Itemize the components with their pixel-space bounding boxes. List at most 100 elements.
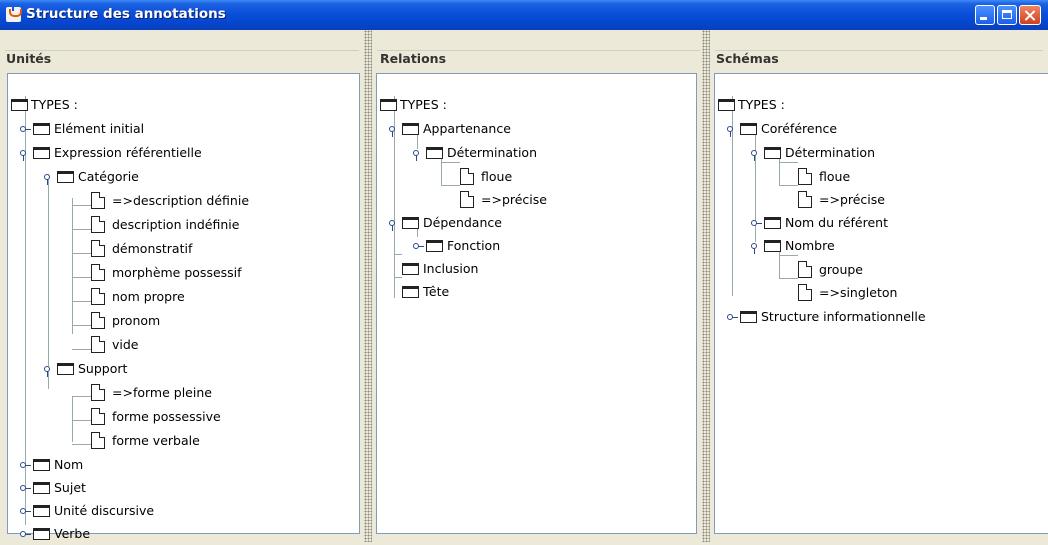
collapse-handle-icon[interactable]: [413, 150, 419, 161]
file-icon: [91, 240, 105, 257]
maximize-button[interactable]: [997, 5, 1017, 25]
tree-item-label: Inclusion: [423, 261, 479, 276]
schemas-tree[interactable]: TYPES : Coréférence Détermination floue …: [714, 73, 1048, 534]
file-icon: [91, 264, 105, 281]
tree-item-label: Nom: [54, 457, 84, 472]
tree-item-label: Elément initial: [54, 121, 145, 136]
tree-item-label: vide: [112, 337, 139, 352]
folder-icon: [764, 217, 781, 229]
tree-item-label: =>précise: [819, 192, 885, 207]
expand-handle-icon[interactable]: [20, 462, 31, 468]
tree-item-label: morphème possessif: [112, 265, 242, 280]
file-icon: [91, 192, 105, 209]
folder-icon: [11, 99, 28, 111]
file-icon: [91, 216, 105, 233]
file-icon: [91, 384, 105, 401]
folder-icon: [380, 99, 397, 111]
tree-item-label: Unité discursive: [54, 503, 155, 518]
expand-handle-icon[interactable]: [413, 243, 424, 249]
folder-icon: [33, 459, 50, 471]
collapse-handle-icon[interactable]: [44, 366, 50, 377]
file-icon: [798, 284, 812, 301]
folder-icon: [764, 240, 781, 252]
folder-icon: [402, 217, 419, 229]
title-bar[interactable]: Structure des annotations: [0, 0, 1048, 31]
tree-item-label: Détermination: [447, 145, 538, 160]
file-icon: [798, 191, 812, 208]
expand-handle-icon[interactable]: [20, 508, 31, 514]
collapse-handle-icon[interactable]: [389, 126, 395, 137]
unites-tree[interactable]: TYPES : Elément initial Expression référ…: [7, 73, 360, 541]
tree-item-label: floue: [481, 169, 513, 184]
panel-relations-title: Relations: [378, 51, 449, 66]
tree-item-label: forme verbale: [112, 433, 200, 448]
tree-item-label: floue: [819, 169, 851, 184]
tree-item-label: =>précise: [481, 192, 547, 207]
tree-item-label: Nom du référent: [785, 215, 889, 230]
tree-item-label: =>singleton: [819, 285, 898, 300]
file-icon: [91, 432, 105, 449]
tree-item-label: Détermination: [785, 145, 876, 160]
expand-handle-icon[interactable]: [20, 531, 31, 537]
folder-icon: [426, 147, 443, 159]
close-button[interactable]: [1019, 5, 1041, 25]
file-icon: [91, 288, 105, 305]
folder-icon: [402, 123, 419, 135]
file-icon: [460, 191, 474, 208]
folder-icon: [33, 528, 50, 540]
tree-item-label: description indéfinie: [112, 217, 240, 232]
tree-item-label: Expression référentielle: [54, 145, 202, 160]
expand-handle-icon[interactable]: [751, 220, 762, 226]
window-title: Structure des annotations: [26, 6, 226, 22]
tree-item-label: Coréférence: [761, 121, 838, 136]
tree-item-label: pronom: [112, 313, 161, 328]
collapse-handle-icon[interactable]: [20, 150, 26, 161]
java-app-icon: [6, 7, 22, 22]
folder-icon: [33, 505, 50, 517]
folder-icon: [764, 147, 781, 159]
minimize-button[interactable]: [975, 5, 995, 25]
folder-icon: [718, 99, 735, 111]
tree-item-label: Tête: [423, 284, 450, 299]
relations-tree[interactable]: TYPES : Appartenance Détermination floue…: [376, 73, 697, 534]
collapse-handle-icon[interactable]: [389, 220, 395, 231]
tree-item-label: Support: [78, 361, 128, 376]
tree-item-label: Structure informationnelle: [761, 309, 926, 324]
panel-schemas: Schémas TYPES : Coréférence Déterminatio…: [710, 30, 1048, 542]
tree-item-label: =>description définie: [112, 193, 250, 208]
expand-handle-icon[interactable]: [20, 485, 31, 491]
file-icon: [460, 168, 474, 185]
split-divider-right[interactable]: [702, 30, 710, 542]
tree-root-label: TYPES :: [738, 97, 785, 112]
collapse-handle-icon[interactable]: [44, 174, 50, 185]
tree-item-label: Catégorie: [78, 169, 139, 184]
tree-root-label: TYPES :: [400, 97, 447, 112]
folder-icon: [740, 311, 757, 323]
tree-item-label: groupe: [819, 262, 863, 277]
collapse-handle-icon[interactable]: [727, 126, 733, 137]
tree-item-label: forme possessive: [112, 409, 221, 424]
panel-unites: Unités TYPES : Elément initial Expressio…: [0, 30, 364, 542]
file-icon: [798, 168, 812, 185]
expand-handle-icon[interactable]: [727, 314, 738, 320]
tree-item-label: Dépendance: [423, 215, 502, 230]
expand-handle-icon[interactable]: [20, 126, 31, 132]
split-divider-left[interactable]: [364, 30, 372, 542]
panel-schemas-title: Schémas: [714, 51, 781, 66]
tree-item-label: Appartenance: [423, 121, 511, 136]
tree-item-label: =>forme pleine: [112, 385, 212, 400]
panel-unites-border: [5, 50, 359, 51]
folder-icon: [402, 263, 419, 275]
folder-icon: [33, 147, 50, 159]
panel-unites-title: Unités: [4, 51, 54, 66]
tree-item-label: démonstratif: [112, 241, 193, 256]
folder-icon: [57, 171, 74, 183]
panel-relations: Relations TYPES : Appartenance Détermina…: [372, 30, 705, 542]
folder-icon: [33, 482, 50, 494]
tree-item-label: Sujet: [54, 480, 86, 495]
collapse-handle-icon[interactable]: [751, 243, 757, 254]
folder-icon: [57, 363, 74, 375]
tree-item-label: nom propre: [112, 289, 185, 304]
folder-icon: [740, 123, 757, 135]
collapse-handle-icon[interactable]: [751, 150, 757, 161]
